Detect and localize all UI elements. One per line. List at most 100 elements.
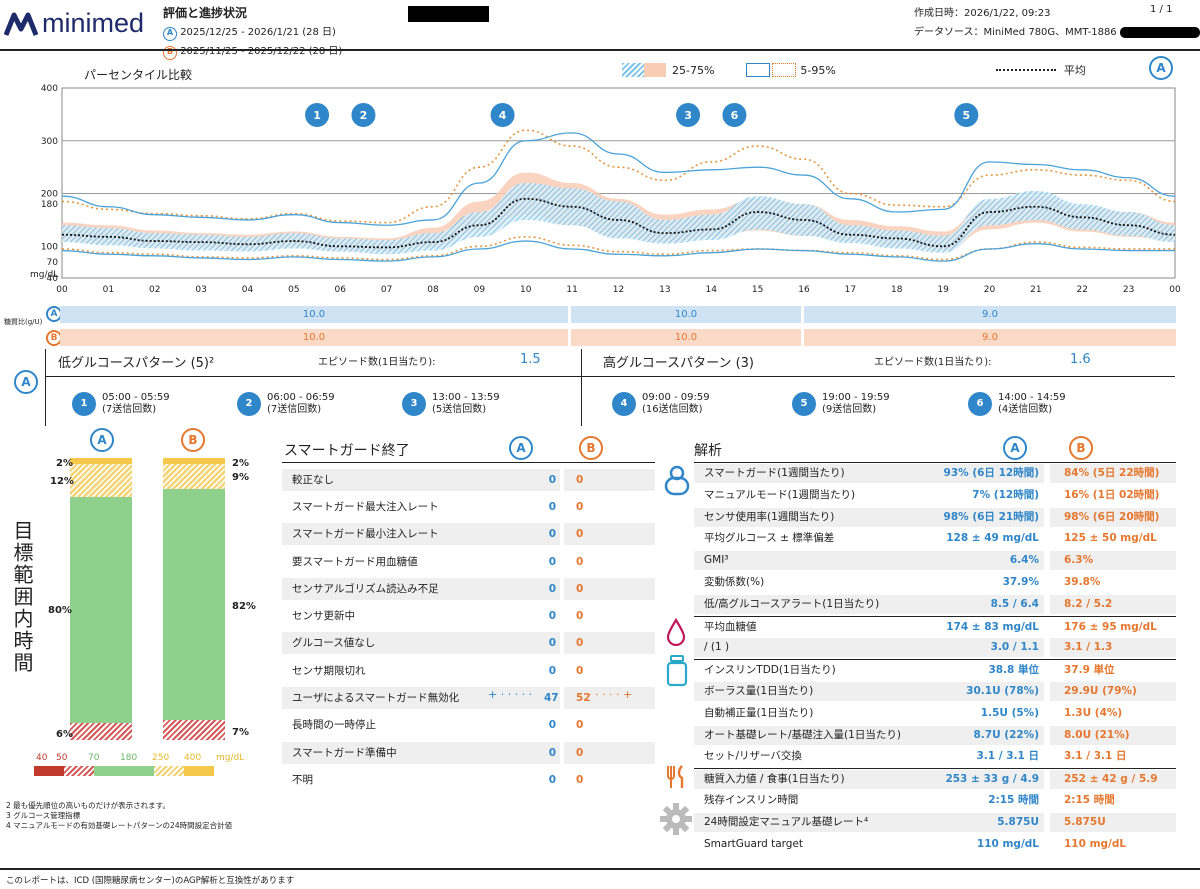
- analysis-row: / (1 ) 3.0 / 1.1 3.1 / 1.3: [694, 637, 1176, 659]
- sg-a-badge: A: [509, 436, 533, 460]
- pattern-time: 19:00 - 19:59: [822, 392, 890, 403]
- carb-b-seg-3: 9.0: [804, 329, 1176, 346]
- scale-50: 50: [56, 753, 68, 763]
- analysis-row: 自動補正量(1日当たり) 1.5U (5%) 1.3U (4%): [694, 703, 1176, 725]
- scale-unit: mg/dL: [216, 753, 245, 763]
- smartguard-row-b: 0: [576, 773, 584, 786]
- pattern-marker-number: 3: [684, 109, 692, 122]
- tir-b-badge: B: [181, 428, 205, 452]
- carb-b-seg-2: 10.0: [571, 329, 801, 346]
- analysis-row-a: 110 mg/dL: [976, 837, 1039, 850]
- high-episode-value: 1.6: [1070, 352, 1091, 367]
- analysis-row-b: 1.3U (4%): [1064, 706, 1123, 719]
- pattern-time: 14:00 - 14:59: [998, 392, 1066, 403]
- patterns-a-badge: A: [14, 370, 38, 394]
- smartguard-row-a: 0: [548, 664, 556, 677]
- x-tick-label: 16: [798, 285, 810, 295]
- mean-line-swatch: [995, 69, 1056, 71]
- smartguard-row-a: 47: [544, 692, 559, 705]
- analysis-row-a: 1.5U (5%): [980, 706, 1039, 719]
- smartguard-row-a: 0: [548, 555, 556, 568]
- fork-knife-icon: [667, 765, 684, 788]
- low-episode-value: 1.5: [520, 352, 541, 367]
- smartguard-row-b: 0: [564, 577, 655, 600]
- analysis-row-a: 38.8 単位: [988, 664, 1039, 677]
- smartguard-row: センサアルゴリズム読込み不足 0 0: [282, 575, 655, 602]
- analysis-row: 糖質入力値 / 食事(1日当たり) 253 ± 33 g / 4.9 252 ± 4…: [694, 768, 1176, 790]
- analysis-row-a: 3.1 / 3.1 日: [976, 750, 1039, 763]
- pattern-count: (4送信回数): [998, 404, 1053, 415]
- x-tick-label: 00: [1169, 285, 1181, 295]
- analysis-row-b: 125 ± 50 mg/dL: [1064, 532, 1157, 545]
- x-tick-label: 07: [381, 285, 392, 295]
- scale-40: 40: [36, 753, 48, 763]
- x-tick-label: 08: [427, 285, 439, 295]
- smartguard-title: スマートガード終了: [284, 443, 410, 459]
- analysis-row-b: 37.9 単位: [1064, 664, 1115, 677]
- x-tick-label: 01: [103, 285, 114, 295]
- x-tick-label: 05: [288, 285, 299, 295]
- smartguard-row: 長時間の一時停止 0 0: [282, 712, 655, 739]
- y-tick-label: 70: [47, 258, 59, 268]
- x-tick-label: 11: [566, 285, 577, 295]
- analysis-row-a: 6.4%: [1009, 554, 1039, 567]
- iqr-label: 25-75%: [672, 63, 715, 77]
- y-axis-unit: mg/dL: [30, 270, 58, 280]
- tir-a-low: 6%: [56, 729, 73, 740]
- x-tick-label: 15: [752, 285, 763, 295]
- footnote-3: 3 グルコース管理指標: [6, 811, 81, 820]
- pattern-marker-number: 2: [360, 109, 368, 122]
- scale-180: 180: [120, 753, 138, 763]
- analysis-row: マニュアルモード(1週間当たり) 7% (12時間) 16% (1日 02時間): [694, 485, 1176, 507]
- y-tick-label: 400: [41, 84, 58, 94]
- an-b-badge: B: [1069, 436, 1093, 460]
- smartguard-table: 較正なし 0 0 スマートガード最大注入レート 0 0 スマートガード最小注入レート 0 0 要ス…: [282, 466, 655, 794]
- smartguard-row-a: 0: [548, 719, 556, 732]
- pattern-count: (7送信回数): [267, 404, 322, 415]
- pattern-number-badge: 3: [402, 392, 426, 416]
- analysis-row-b: 3.1 / 1.3: [1050, 638, 1176, 658]
- pattern-count: (5送信回数): [432, 404, 487, 415]
- footer-note: このレポートは、ICD (国際糖尿病センター)のAGP解析と互換性があります: [6, 876, 295, 886]
- iqr-a-swatch: [622, 63, 644, 77]
- smartguard-row-a: 0: [548, 746, 556, 759]
- smartguard-row-b: 0: [564, 523, 655, 546]
- analysis-row: 24時間設定マニュアル基礎レート⁴ 5.875U 5.875U: [694, 812, 1176, 834]
- tir-vertical-label: 目標範囲内時間: [10, 520, 34, 674]
- sensor-icon: [664, 465, 690, 496]
- pattern-time: 13:00 - 13:59: [432, 392, 500, 403]
- analysis-row-b: 176 ± 95 mg/dL: [1064, 620, 1157, 633]
- analysis-row: 平均血糖値 174 ± 83 mg/dL 176 ± 95 mg/dL: [694, 615, 1176, 638]
- high-pattern-title: 高グルコースパターン (3): [603, 356, 754, 371]
- x-tick-label: 03: [195, 285, 206, 295]
- analysis-row-b: 3.1 / 3.1 日: [1064, 750, 1127, 763]
- x-tick-label: 22: [1077, 285, 1088, 295]
- analysis-row-b: 2:15 時間: [1064, 793, 1115, 806]
- analysis-row-a: 8.7U (22%): [973, 728, 1039, 741]
- analysis-row-a: 7% (12時間): [972, 488, 1039, 501]
- analysis-row-a: 253 ± 33 g / 4.9: [945, 773, 1039, 786]
- smartguard-row-b: 0: [564, 632, 655, 655]
- tir-scale-bar: [34, 766, 214, 776]
- carb-a-seg-2: 10.0: [571, 306, 801, 323]
- smartguard-row-a: 0: [548, 610, 556, 623]
- x-tick-label: 10: [520, 285, 532, 295]
- x-tick-label: 23: [1123, 285, 1134, 295]
- analysis-row-b: 29.9U (79%): [1050, 681, 1176, 701]
- tir-high-seg: [163, 463, 225, 490]
- smartguard-row: センサ期限切れ 0 0: [282, 657, 655, 684]
- high-pattern-item: 5 19:00 - 19:59 (9送信回数): [792, 392, 968, 416]
- tir-a-in-range: 80%: [48, 605, 72, 616]
- pattern-marker-number: 1: [313, 109, 321, 122]
- x-tick-label: 21: [1030, 285, 1041, 295]
- low-pattern-item: 2 06:00 - 06:59 (7送信回数): [237, 392, 402, 416]
- analysis-row-a: 8.5 / 6.4: [990, 597, 1039, 610]
- pattern-number-badge: 4: [612, 392, 636, 416]
- analysis-row-b: 8.0U (21%): [1050, 725, 1176, 745]
- period-b: 2025/11/25 - 2025/12/22 (28 日): [180, 46, 343, 57]
- smartguard-row: 不明 0 0: [282, 766, 655, 793]
- scale-250: 250: [152, 753, 170, 763]
- pattern-count: (7送信回数): [102, 404, 157, 415]
- data-source: データソース：MiniMed 780G、MMT-1886: [914, 27, 1117, 38]
- pattern-marker-number: 4: [499, 109, 507, 122]
